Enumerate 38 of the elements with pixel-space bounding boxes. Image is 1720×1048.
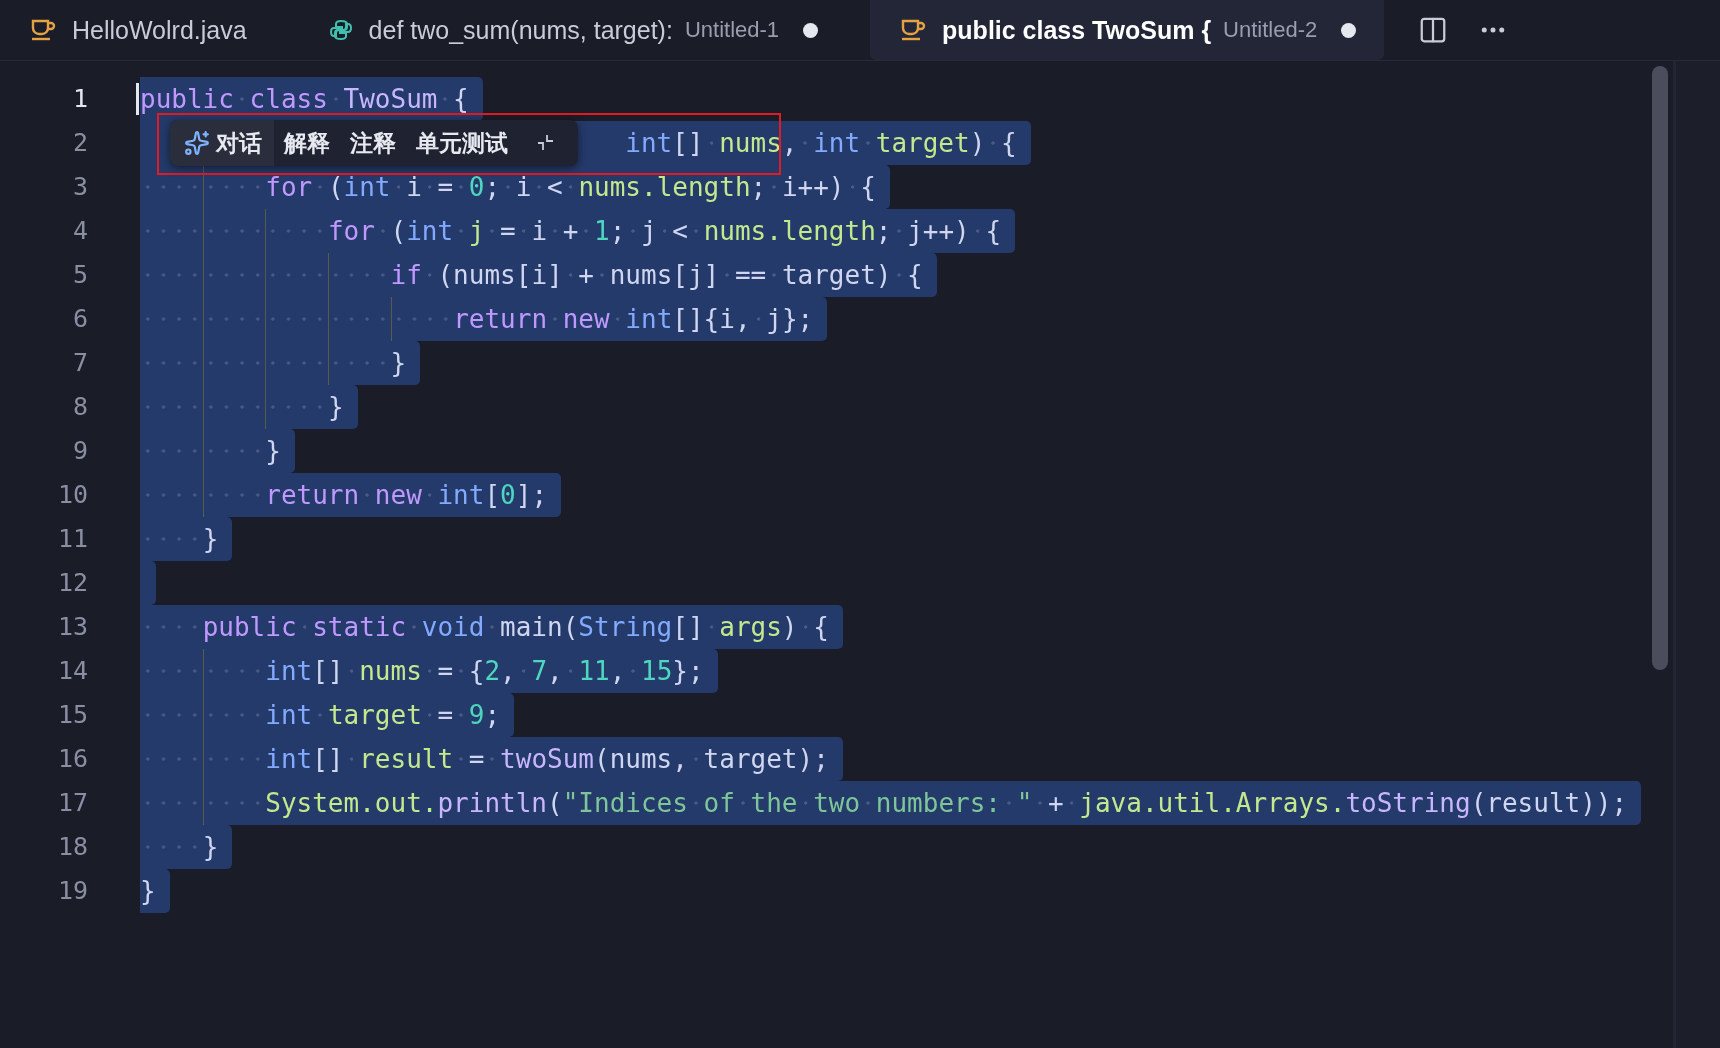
line-number: 18 (56, 831, 88, 863)
line-number: 4 (71, 215, 88, 247)
line-number: 13 (56, 611, 88, 643)
line-number: 3 (71, 171, 88, 203)
line-number: 8 (71, 391, 88, 423)
toolbar-button[interactable]: 对话 (170, 120, 274, 166)
line-number: 9 (71, 435, 88, 467)
line-number: 11 (56, 523, 88, 555)
coffee-cup-icon (30, 18, 56, 42)
coffee-cup-icon (900, 18, 927, 42)
editor-tab[interactable]: HelloWolrd.java (0, 0, 275, 60)
line-number: 5 (71, 259, 88, 291)
line-number: 17 (56, 787, 88, 819)
line-number: 1 (71, 83, 88, 115)
toolbar-button[interactable]: 解释 (274, 120, 340, 166)
editor-tab[interactable]: public class TwoSum { Untitled-2 (870, 0, 1385, 60)
line-number: 2 (71, 127, 88, 159)
line-number: 19 (56, 875, 88, 907)
tab-title: public class TwoSum { (942, 15, 1212, 45)
tab-description: Untitled-1 (684, 17, 780, 43)
line-number: 15 (56, 699, 88, 731)
toolbar-button[interactable]: 单元测试 (406, 120, 518, 166)
toolbar-button[interactable]: 注释 (340, 120, 406, 166)
text-cursor (136, 83, 139, 115)
python-icon (328, 18, 353, 42)
line-number: 16 (56, 743, 88, 775)
line-number: 10 (56, 479, 88, 511)
line-number: 6 (71, 303, 88, 335)
editor-tab[interactable]: def two_sum(nums, target): Untitled-1 (298, 0, 847, 60)
tab-title: def two_sum(nums, target): (368, 15, 673, 45)
tab-description: Untitled-2 (1223, 17, 1318, 43)
line-number: 12 (56, 567, 88, 599)
collapse-icon (536, 133, 556, 153)
sparkle-icon (184, 130, 210, 156)
scrollbar-thumb[interactable] (1652, 66, 1668, 670)
line-number: 7 (71, 347, 88, 379)
tab-title: HelloWolrd.java (72, 15, 247, 45)
line-number: 14 (56, 655, 88, 687)
